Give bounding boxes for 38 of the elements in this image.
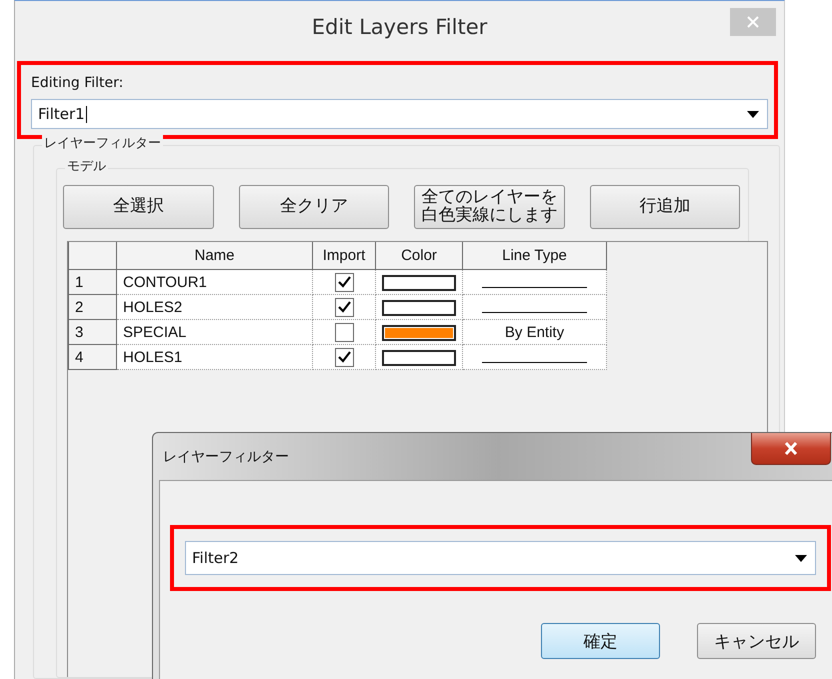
action-button[interactable]: 全てのレイヤーを白色実線にします [414,185,564,229]
import-checkbox[interactable] [334,348,354,366]
window-title: Edit Layers Filter [312,15,488,39]
close-button[interactable] [751,433,831,465]
column-header: Name [116,242,312,270]
close-icon [784,442,798,455]
import-checkbox[interactable] [334,322,354,342]
table-cell: SPECIAL [116,320,312,344]
row-number: 2 [68,294,116,320]
column-header: Import [312,242,376,270]
row-number: 3 [68,320,116,344]
color-swatch[interactable] [382,300,456,316]
table-cell: HOLES1 [116,344,312,370]
action-button[interactable]: 全クリア [238,185,389,229]
dialog-button[interactable]: キャンセル [697,623,816,659]
close-icon [747,16,759,28]
field-label: Editing Filter: [31,75,124,91]
color-swatch[interactable] [382,324,456,341]
table-cell: HOLES2 [116,294,312,320]
dropdown-arrow-icon[interactable] [795,554,807,562]
color-swatch[interactable] [382,350,456,366]
dialog-button[interactable]: 確定 [541,623,660,659]
row-number: 1 [68,270,116,294]
row-number: 4 [68,344,116,370]
dropdown-arrow-icon[interactable] [747,110,759,118]
filter-combo-box[interactable]: Filter1 [31,99,768,129]
window-title: レイヤーフィルター [163,448,289,466]
action-button[interactable]: 全選択 [63,185,214,229]
color-swatch[interactable] [382,274,456,291]
table-cell: CONTOUR1 [116,270,312,294]
table-cell: By Entity [504,324,564,340]
import-checkbox[interactable] [334,298,354,316]
import-checkbox[interactable] [334,272,354,292]
group-label: レイヤーフィルター [42,134,163,152]
column-header: Line Type [462,242,606,270]
filter-combo-box[interactable]: Filter2 [185,541,816,575]
column-header: Color [376,242,462,270]
action-button[interactable]: 行追加 [590,185,740,229]
